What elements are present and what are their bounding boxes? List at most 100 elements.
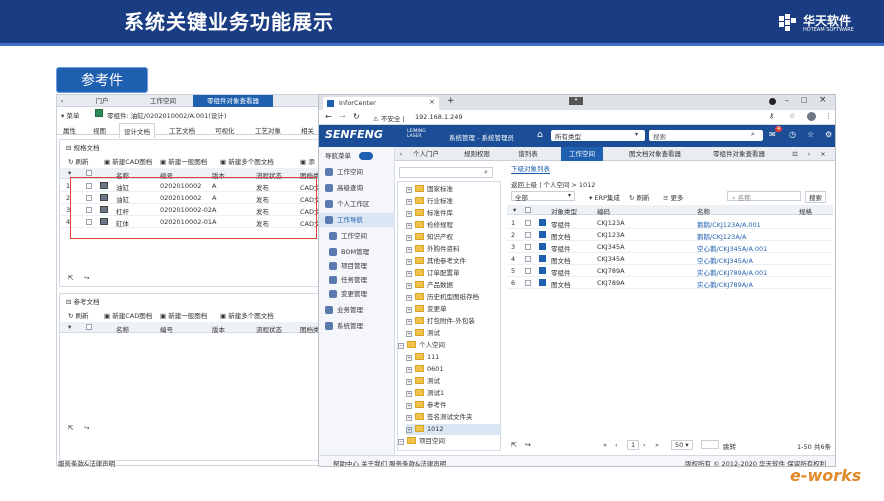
- tree-node[interactable]: − 项目空间: [398, 436, 500, 447]
- new-general-button[interactable]: ▣ 新建一般图档: [160, 156, 207, 166]
- row-checkbox[interactable]: [525, 220, 531, 226]
- new-multiple-button[interactable]: ▣ 新建多个图文档: [220, 156, 274, 166]
- search-button[interactable]: 搜索: [805, 191, 826, 203]
- tree-node[interactable]: + 外购件资料: [406, 244, 500, 255]
- forward-icon[interactable]: →: [339, 112, 346, 121]
- subtab-view[interactable]: 视图: [93, 125, 106, 135]
- grid-expand-icon[interactable]: ▾: [513, 206, 516, 214]
- expand-toggle-icon[interactable]: +: [406, 427, 412, 433]
- clock-icon[interactable]: ◷: [789, 130, 796, 139]
- row-name-link[interactable]: 鹅鹅/CKJ123A/A.001: [697, 219, 761, 229]
- more-icon[interactable]: ⋮: [825, 112, 832, 120]
- expand-icon[interactable]: ▾: [68, 169, 71, 177]
- tree-search-input[interactable]: ⌕: [399, 167, 493, 178]
- row-checkbox[interactable]: [525, 232, 531, 238]
- tree-node[interactable]: + 国家标准: [406, 184, 500, 195]
- tree-node[interactable]: + 标准件库: [406, 208, 500, 219]
- tree-node[interactable]: +111: [406, 352, 500, 363]
- expand-toggle-icon[interactable]: +: [406, 271, 412, 277]
- more-button[interactable]: ≡ 更多: [663, 192, 684, 202]
- tree-node[interactable]: + 产品数据: [406, 280, 500, 291]
- sidebar-toggle[interactable]: 导航菜单: [319, 149, 395, 163]
- back-icon[interactable]: ←: [325, 112, 332, 121]
- navtab-list[interactable]: 谱列表: [513, 147, 543, 161]
- expand-toggle-icon[interactable]: +: [406, 235, 412, 241]
- expand-toggle-icon[interactable]: +: [406, 259, 412, 265]
- type-select[interactable]: 所有类型 ▾: [551, 130, 645, 141]
- tree-node[interactable]: + 测试: [406, 376, 500, 387]
- row-name-link[interactable]: 实心鹅/CKJ789A/A: [697, 279, 753, 289]
- ref-select-all-checkbox[interactable]: [86, 324, 92, 330]
- pager-current[interactable]: 1: [627, 440, 640, 450]
- sidebar-item-5[interactable]: BOM管理: [319, 245, 395, 259]
- row-checkbox[interactable]: [525, 268, 531, 274]
- expand-toggle-icon[interactable]: +: [406, 355, 412, 361]
- minimize-icon[interactable]: –: [785, 96, 789, 105]
- add-button[interactable]: ▣ 添: [300, 156, 315, 166]
- tree-node[interactable]: + 测试: [406, 328, 500, 339]
- expand-toggle-icon[interactable]: +: [406, 367, 412, 373]
- expand-toggle-icon[interactable]: −: [398, 439, 404, 445]
- grid-select-all[interactable]: [525, 207, 531, 213]
- expand-toggle-icon[interactable]: +: [406, 223, 412, 229]
- subtab-design-docs[interactable]: 设计文档: [119, 123, 155, 138]
- table-row[interactable]: 6 图文档 CKJ789A 实心鹅/CKJ789A/A: [507, 277, 833, 289]
- subtab-visualization[interactable]: 可视化: [215, 125, 235, 135]
- expand-toggle-icon[interactable]: +: [406, 211, 412, 217]
- status-links[interactable]: 帮助中心 关于我们 服务条款&法律声明: [333, 458, 446, 466]
- row-checkbox[interactable]: [525, 256, 531, 262]
- scope-select[interactable]: 全部 ▾: [511, 191, 575, 202]
- navtab-rules[interactable]: 规则权限: [457, 147, 497, 161]
- tree-node[interactable]: +0601: [406, 364, 500, 375]
- erp-button[interactable]: ▾ ERP集成: [589, 192, 620, 202]
- expand-toggle-icon[interactable]: +: [406, 295, 412, 301]
- page-size-select[interactable]: 50 ▾: [671, 440, 693, 450]
- maximize-icon[interactable]: □: [801, 96, 808, 104]
- expand-toggle-icon[interactable]: +: [406, 187, 412, 193]
- search-icon[interactable]: ⌕: [751, 130, 755, 139]
- ref-expand-icon[interactable]: ▾: [68, 323, 71, 331]
- home-icon[interactable]: ⌂: [537, 130, 543, 140]
- toggle-switch[interactable]: [359, 152, 373, 160]
- star-icon[interactable]: ☆: [807, 130, 814, 139]
- chevron-left-icon[interactable]: ‹: [59, 95, 65, 107]
- nav-next-icon[interactable]: ›: [805, 147, 813, 161]
- url-text[interactable]: 192.168.1.249: [415, 113, 463, 121]
- tab-search-icon[interactable]: ▾: [569, 97, 583, 105]
- export-icon[interactable]: ⇱: [68, 274, 73, 282]
- sidebar-item-6[interactable]: 项目管理: [319, 259, 395, 273]
- tree-node[interactable]: + 知识产权: [406, 232, 500, 243]
- browser-tab[interactable]: InforCenter ×: [323, 97, 439, 110]
- row-name-link[interactable]: 实心鹅/CKJ789A/A.001: [697, 267, 767, 277]
- ref-refresh-button[interactable]: ↻ 刷新: [68, 310, 89, 320]
- breadcrumb[interactable]: 返回上级 | 个人空间 > 1012: [511, 179, 595, 189]
- tree-node[interactable]: + 参考件: [406, 400, 500, 411]
- table-row[interactable]: 1 零组件 CKJ123A 鹅鹅/CKJ123A/A.001: [507, 217, 833, 229]
- tree-node[interactable]: + 测试1: [406, 388, 500, 399]
- expand-toggle-icon[interactable]: +: [406, 391, 412, 397]
- profile-icon[interactable]: [807, 112, 816, 121]
- pager-prev[interactable]: ‹: [615, 441, 618, 449]
- pager-first[interactable]: «: [603, 441, 607, 449]
- ref-new-multiple-button[interactable]: ▣ 新建多个图文档: [220, 310, 274, 320]
- gear-icon[interactable]: ⚙: [825, 130, 832, 139]
- name-search-input[interactable]: ⌕ 名称: [727, 191, 801, 202]
- insecure-badge[interactable]: ⚠ 不安全 |: [373, 113, 405, 123]
- sidebar-item-1[interactable]: 高级查询: [319, 181, 395, 195]
- tree-node[interactable]: + 打包附件-外包装: [406, 316, 500, 327]
- tree-node[interactable]: +1012: [406, 424, 500, 435]
- subtab-related[interactable]: 相关: [301, 125, 314, 135]
- tree-node[interactable]: + 检修规程: [406, 220, 500, 231]
- content-refresh-button[interactable]: ↻ 刷新: [629, 192, 650, 202]
- subtab-process-objects[interactable]: 工艺对象: [255, 125, 281, 135]
- search-input[interactable]: 搜索 ⌕: [649, 130, 763, 141]
- tree-node[interactable]: + 订单配置单: [406, 268, 500, 279]
- sidebar-item-4[interactable]: 工作空间: [319, 229, 395, 243]
- tab-part-viewer[interactable]: 零组件对象查看器: [193, 95, 273, 107]
- new-cad-button[interactable]: ▣ 新建CAD图档: [104, 156, 152, 166]
- share-icon[interactable]: ↪: [84, 274, 89, 282]
- tree-node[interactable]: + 变更单: [406, 304, 500, 315]
- expand-toggle-icon[interactable]: +: [406, 379, 412, 385]
- expand-toggle-icon[interactable]: +: [406, 247, 412, 253]
- row-checkbox[interactable]: [525, 280, 531, 286]
